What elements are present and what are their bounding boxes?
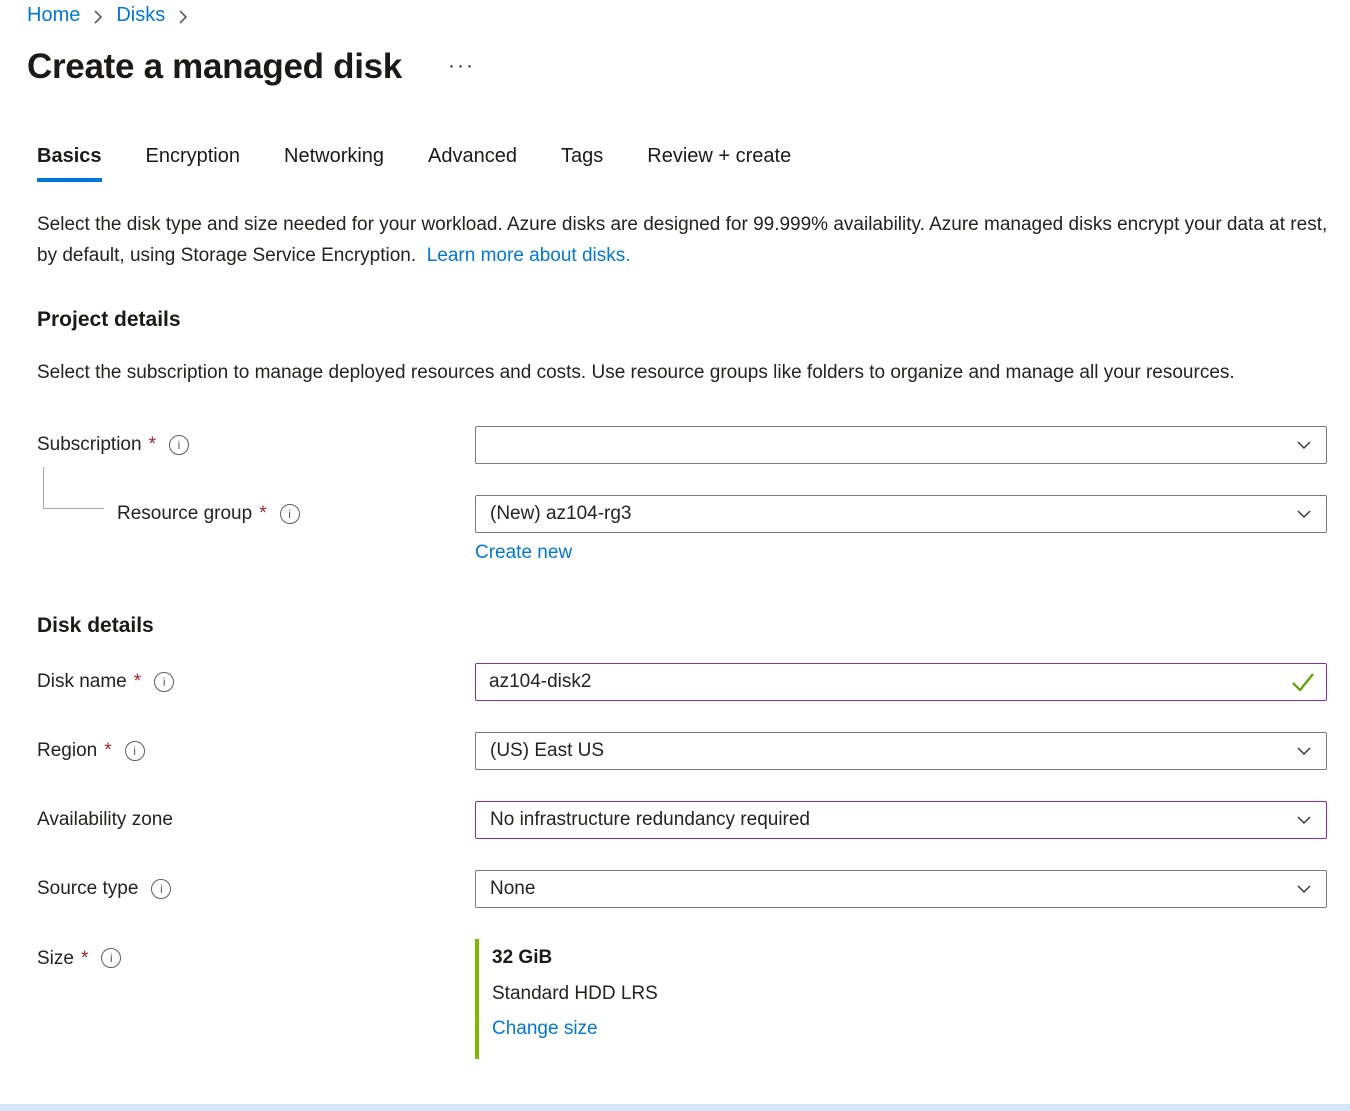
disk-name-input[interactable] [475, 663, 1327, 701]
breadcrumb-link-home[interactable]: Home [27, 4, 80, 27]
source-type-dropdown[interactable]: None [475, 870, 1327, 908]
tab-encryption[interactable]: Encryption [146, 145, 241, 182]
indent-connector-line [43, 467, 104, 509]
tab-networking[interactable]: Networking [284, 145, 384, 182]
source-type-label: Source type [37, 878, 138, 900]
create-new-link[interactable]: Create new [475, 542, 572, 564]
region-dropdown[interactable]: (US) East US [475, 732, 1327, 770]
info-icon-glyph: i [110, 952, 113, 964]
disk-name-row: Disk name * i [37, 663, 1350, 701]
info-icon[interactable]: i [151, 879, 171, 899]
availability-zone-label-group: Availability zone [37, 801, 475, 839]
source-type-row: Source type i None [37, 870, 1350, 908]
tab-tags[interactable]: Tags [561, 145, 603, 182]
disk-details-form: Disk name * i Region * i [37, 663, 1350, 1059]
page-title: Create a managed disk [27, 47, 402, 87]
tab-basics[interactable]: Basics [37, 145, 102, 182]
more-options-button[interactable]: ··· [448, 55, 475, 76]
breadcrumb-link-disks[interactable]: Disks [116, 4, 165, 27]
region-label-group: Region * i [37, 732, 475, 770]
info-icon-glyph: i [160, 883, 163, 895]
chevron-down-icon [1294, 741, 1314, 761]
required-marker: * [104, 740, 111, 762]
breadcrumb-separator-icon [92, 9, 104, 25]
info-icon-glyph: i [133, 745, 136, 757]
region-value: (US) East US [490, 740, 604, 762]
subscription-label-group: Subscription * i [37, 426, 475, 464]
breadcrumb: Home Disks [0, 0, 1350, 27]
chevron-down-icon [1294, 504, 1314, 524]
size-row: Size * i 32 GiB Standard HDD LRS Change … [37, 939, 1350, 1059]
tab-review-create[interactable]: Review + create [647, 145, 791, 182]
region-label: Region [37, 740, 97, 762]
availability-zone-dropdown[interactable]: No infrastructure redundancy required [475, 801, 1327, 839]
resource-group-value: (New) az104-rg3 [490, 503, 632, 525]
valid-checkmark-icon [1290, 671, 1316, 693]
project-details-description: Select the subscription to manage deploy… [37, 357, 1252, 388]
info-icon[interactable]: i [280, 504, 300, 524]
disk-name-label-group: Disk name * i [37, 663, 475, 701]
bottom-panel-edge [0, 1104, 1350, 1111]
chevron-down-icon [1294, 879, 1314, 899]
info-icon-glyph: i [163, 676, 166, 688]
size-sku: Standard HDD LRS [492, 983, 1327, 1005]
availability-zone-value: No infrastructure redundancy required [490, 809, 810, 831]
required-marker: * [81, 948, 88, 970]
project-details-form: Subscription * i Resource group * i [37, 426, 1350, 564]
breadcrumb-separator-icon [177, 9, 189, 25]
subscription-row: Subscription * i [37, 426, 1350, 464]
size-summary: 32 GiB Standard HDD LRS Change size [475, 939, 1327, 1059]
required-marker: * [259, 503, 266, 525]
info-icon[interactable]: i [154, 672, 174, 692]
tab-advanced[interactable]: Advanced [428, 145, 517, 182]
size-value: 32 GiB [492, 947, 1327, 969]
page-header: Create a managed disk ··· [0, 47, 1350, 87]
subscription-dropdown[interactable] [475, 426, 1327, 464]
intro-text: Select the disk type and size needed for… [37, 209, 1329, 271]
size-label-group: Size * i [37, 939, 475, 977]
wizard-tabs: Basics Encryption Networking Advanced Ta… [37, 145, 1350, 182]
availability-zone-label: Availability zone [37, 809, 173, 831]
chevron-down-icon [1294, 810, 1314, 830]
subscription-label: Subscription [37, 434, 142, 456]
info-icon[interactable]: i [169, 435, 189, 455]
disk-name-label: Disk name [37, 671, 127, 693]
info-icon[interactable]: i [101, 948, 121, 968]
info-icon-glyph: i [178, 439, 181, 451]
disk-details-heading: Disk details [37, 614, 1350, 638]
resource-group-row: Resource group * i (New) az104-rg3 Creat… [37, 495, 1350, 564]
resource-group-dropdown[interactable]: (New) az104-rg3 [475, 495, 1327, 533]
chevron-down-icon [1294, 435, 1314, 455]
resource-group-label: Resource group [117, 503, 252, 525]
source-type-label-group: Source type i [37, 870, 475, 908]
required-marker: * [149, 434, 156, 456]
learn-more-link[interactable]: Learn more about disks. [427, 245, 631, 266]
info-icon-glyph: i [288, 508, 291, 520]
intro-description: Select the disk type and size needed for… [37, 214, 1327, 266]
required-marker: * [134, 671, 141, 693]
project-details-heading: Project details [37, 308, 1350, 332]
info-icon[interactable]: i [125, 741, 145, 761]
availability-zone-row: Availability zone No infrastructure redu… [37, 801, 1350, 839]
size-label: Size [37, 948, 74, 970]
change-size-link[interactable]: Change size [492, 1018, 598, 1040]
region-row: Region * i (US) East US [37, 732, 1350, 770]
source-type-value: None [490, 878, 535, 900]
